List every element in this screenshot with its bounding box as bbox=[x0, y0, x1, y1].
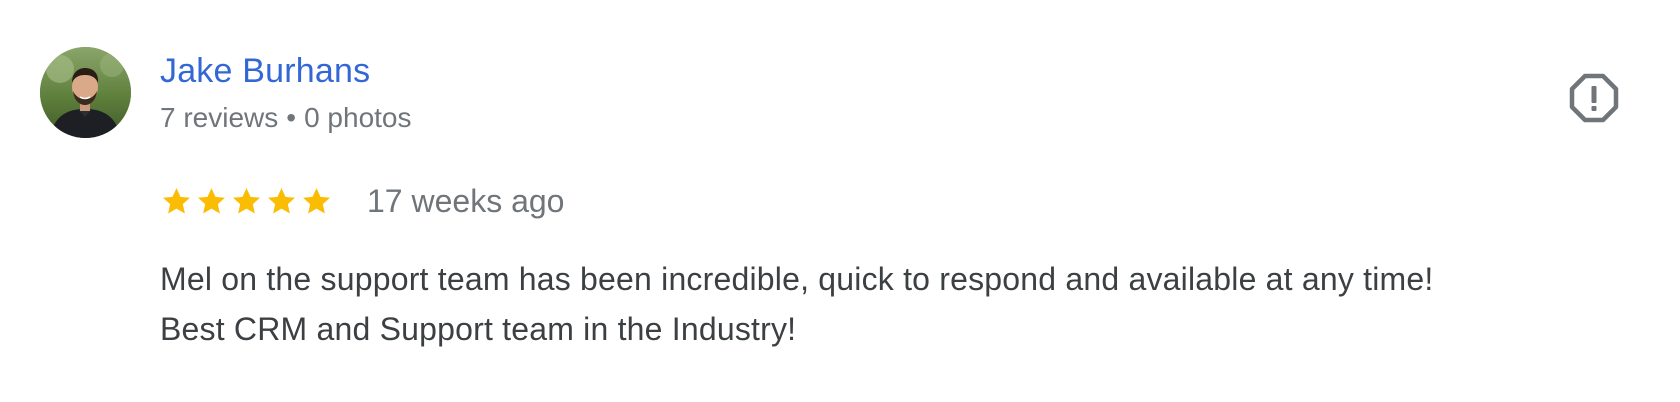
star-icon bbox=[195, 185, 228, 218]
star-icon bbox=[160, 185, 193, 218]
report-flag-icon bbox=[1569, 73, 1619, 123]
review-text-line-2: Best CRM and Support team in the Industr… bbox=[160, 311, 797, 347]
star-rating bbox=[160, 185, 335, 218]
review-card: Jake Burhans 7 reviews • 0 photos 17 weeks… bbox=[0, 0, 1680, 402]
avatar-photo bbox=[40, 47, 131, 138]
reviewer-meta: 7 reviews • 0 photos bbox=[160, 100, 412, 136]
report-review-button[interactable] bbox=[1568, 72, 1620, 124]
star-icon bbox=[230, 185, 263, 218]
photos-count: 0 photos bbox=[304, 102, 412, 133]
star-icon bbox=[265, 185, 298, 218]
avatar[interactable] bbox=[40, 47, 131, 138]
review-date: 17 weeks ago bbox=[367, 183, 565, 219]
star-icon bbox=[300, 185, 333, 218]
rating-row: 17 weeks ago bbox=[160, 180, 564, 222]
reviews-count: 7 reviews bbox=[160, 102, 279, 133]
review-text: Mel on the support team has been incredi… bbox=[160, 254, 1620, 354]
reviewer-name[interactable]: Jake Burhans bbox=[160, 50, 370, 92]
review-text-line-1: Mel on the support team has been incredi… bbox=[160, 261, 1434, 297]
meta-separator: • bbox=[286, 102, 297, 133]
